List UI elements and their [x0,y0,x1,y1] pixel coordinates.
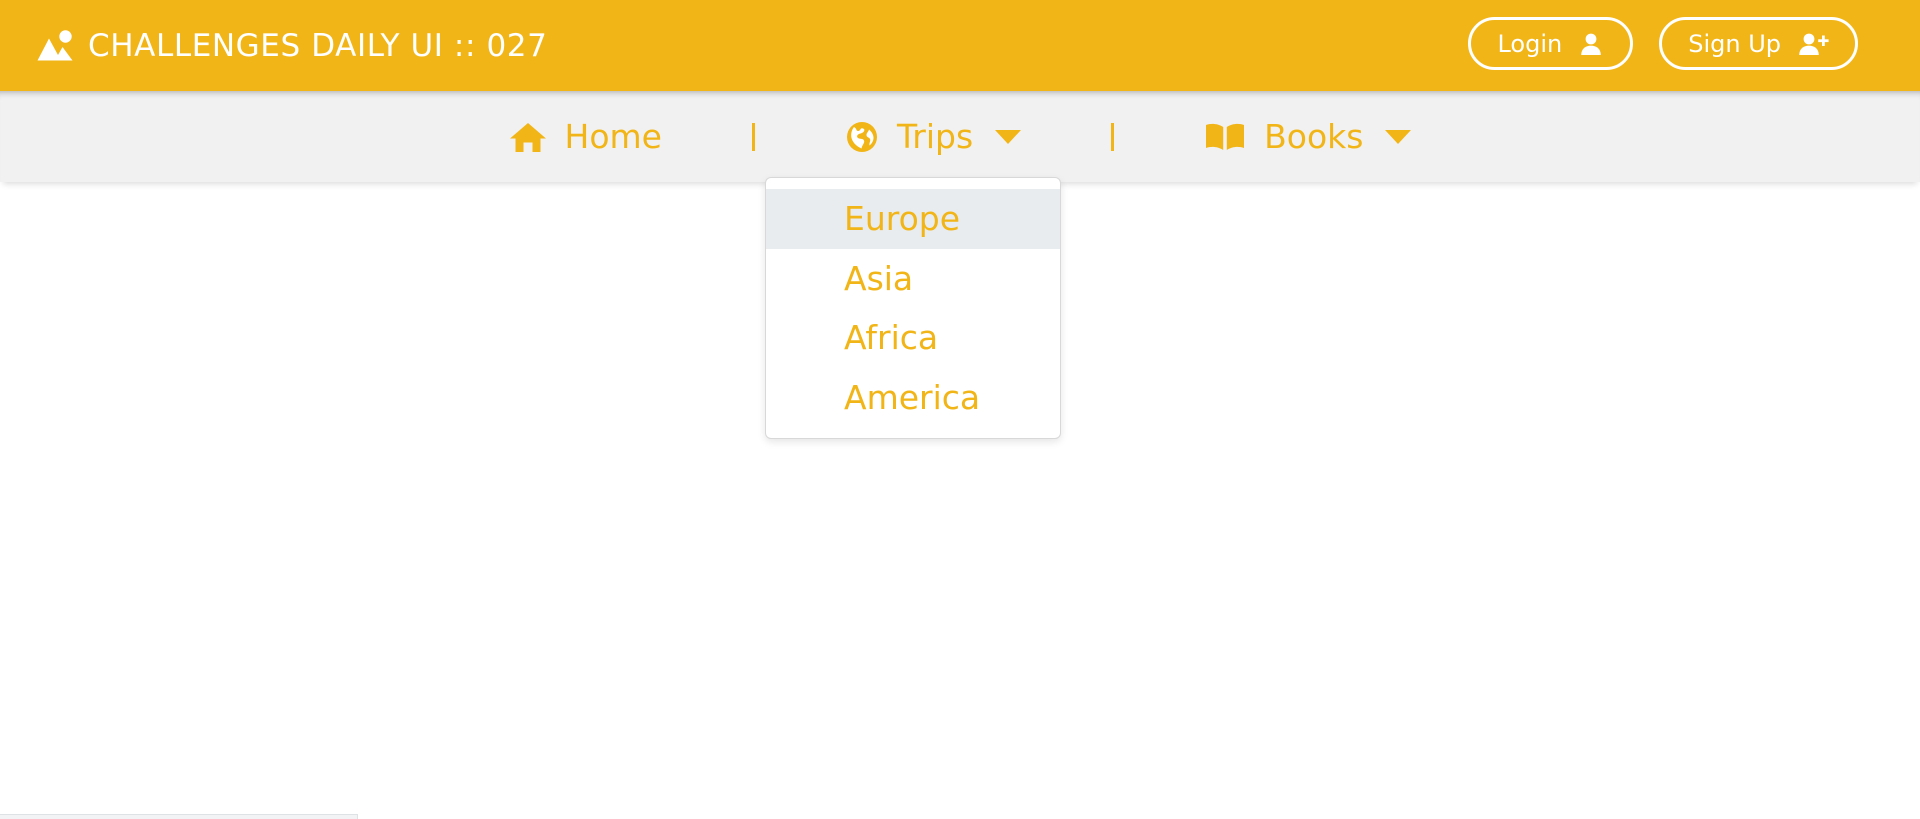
signup-label: Sign Up [1688,29,1781,58]
dropdown-item-africa[interactable]: Africa [766,308,1060,368]
page-title: CHALLENGES DAILY UI :: 027 [88,27,548,64]
nav-label-trips: Trips [896,117,974,156]
bottom-panel-edge [0,814,358,819]
person-icon [1578,31,1604,57]
top-header: CHALLENGES DAILY UI :: 027 Login Sign Up [0,0,1920,91]
nav-divider-1 [751,122,755,151]
home-icon [509,120,547,154]
person-add-icon [1797,31,1829,57]
nav-label-books: Books [1264,117,1364,156]
chevron-down-icon-books[interactable] [1385,129,1412,144]
signup-button[interactable]: Sign Up [1659,17,1858,70]
book-icon [1204,121,1246,153]
nav-items: Home Trips Books [487,91,1434,182]
image-mountain-icon [36,29,74,63]
dropdown-item-europe[interactable]: Europe [766,189,1060,249]
nav-divider-2 [1111,122,1115,151]
main-navigation: Home Trips Books [0,91,1920,182]
nav-item-home[interactable]: Home [487,91,684,182]
nav-item-books[interactable]: Books [1182,91,1433,182]
dropdown-item-asia[interactable]: Asia [766,249,1060,309]
auth-buttons: Login Sign Up [1468,17,1858,70]
nav-item-trips[interactable]: Trips [823,91,1043,182]
page-root: CHALLENGES DAILY UI :: 027 Login Sign Up [0,0,1920,819]
login-label: Login [1497,29,1563,58]
login-button[interactable]: Login [1468,17,1634,70]
globe-icon [845,120,879,154]
dropdown-item-america[interactable]: America [766,368,1060,428]
nav-label-home: Home [564,117,662,156]
trips-dropdown-menu: Europe Asia Africa America [765,177,1061,440]
chevron-down-icon-trips[interactable] [995,129,1022,144]
brand[interactable]: CHALLENGES DAILY UI :: 027 [36,28,547,64]
